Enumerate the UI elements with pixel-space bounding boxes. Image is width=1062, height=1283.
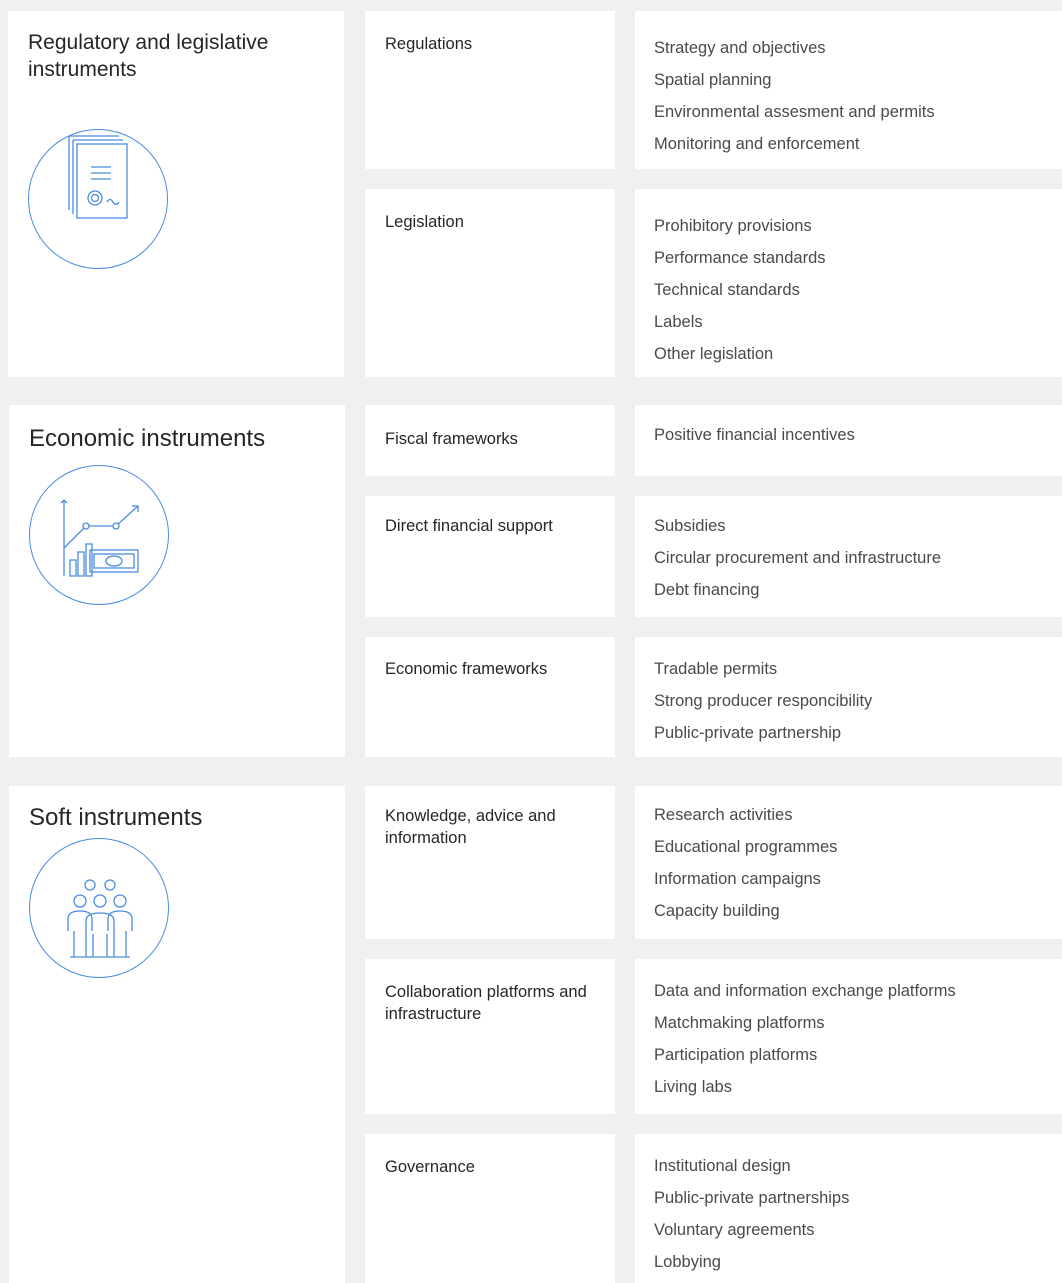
list-item: Educational programmes bbox=[654, 838, 838, 856]
group-title: Economic instruments bbox=[29, 425, 266, 452]
group-title: Soft instruments bbox=[29, 804, 203, 831]
group-title: Regulatory and legislative instruments bbox=[28, 31, 269, 81]
group-card-economic: Economic instruments bbox=[9, 405, 345, 757]
item-list: Strategy and objectives Spatial planning… bbox=[654, 32, 1043, 160]
list-item: Positive financial incentives bbox=[654, 426, 855, 444]
list-item: Prohibitory provisions bbox=[654, 217, 812, 235]
list-item: Information campaigns bbox=[654, 870, 821, 888]
category-label: Fiscal frameworks bbox=[385, 430, 518, 448]
category-label: Legislation bbox=[385, 213, 464, 231]
list-item: Circular procurement and infrastructure bbox=[654, 549, 942, 567]
items-card-legislation: Prohibitory provisions Performance stand… bbox=[635, 189, 1062, 377]
list-item: Research activities bbox=[654, 806, 793, 824]
items-card-collaboration: Data and information exchange platforms … bbox=[635, 959, 1062, 1114]
item-list: Subsidies Circular procurement and infra… bbox=[654, 510, 1043, 606]
list-item: Tradable permits bbox=[654, 660, 778, 678]
items-card-economic-frameworks: Tradable permits Strong producer responc… bbox=[635, 637, 1062, 757]
category-label: Direct financial support bbox=[385, 517, 553, 535]
item-list: Institutional design Public-private part… bbox=[654, 1150, 1043, 1278]
list-item: Living labs bbox=[654, 1078, 732, 1096]
list-item: Technical standards bbox=[654, 281, 800, 299]
category-card-collaboration: Collaboration platforms and infrastructu… bbox=[365, 959, 615, 1114]
item-list: Positive financial incentives bbox=[654, 419, 1043, 451]
list-item: Monitoring and enforcement bbox=[654, 135, 860, 153]
item-list: Data and information exchange platforms … bbox=[654, 975, 1043, 1103]
list-item: Performance standards bbox=[654, 249, 826, 267]
financial-growth-icon bbox=[29, 465, 169, 605]
list-item: Public-private partnerships bbox=[654, 1189, 850, 1207]
list-item: Institutional design bbox=[654, 1157, 791, 1175]
category-card-fiscal: Fiscal frameworks bbox=[365, 405, 615, 476]
list-item: Environmental assesment and permits bbox=[654, 103, 935, 121]
list-item: Matchmaking platforms bbox=[654, 1014, 825, 1032]
items-card-governance: Institutional design Public-private part… bbox=[635, 1134, 1062, 1283]
category-card-legislation: Legislation bbox=[365, 189, 615, 377]
list-item: Spatial planning bbox=[654, 71, 772, 89]
list-item: Public-private partnership bbox=[654, 724, 842, 742]
group-card-soft: Soft instruments bbox=[9, 786, 345, 1283]
category-card-knowledge: Knowledge, advice and information bbox=[365, 786, 615, 939]
item-list: Prohibitory provisions Performance stand… bbox=[654, 210, 1043, 370]
category-label: Knowledge, advice and information bbox=[385, 807, 556, 847]
items-card-knowledge: Research activities Educational programm… bbox=[635, 786, 1062, 939]
items-card-fiscal: Positive financial incentives bbox=[635, 405, 1062, 476]
people-group-icon bbox=[29, 838, 169, 978]
list-item: Other legislation bbox=[654, 345, 774, 363]
list-item: Labels bbox=[654, 313, 703, 331]
list-item: Participation platforms bbox=[654, 1046, 818, 1064]
legal-document-icon bbox=[28, 129, 168, 269]
category-label: Collaboration platforms and infrastructu… bbox=[385, 983, 587, 1023]
list-item: Data and information exchange platforms bbox=[654, 982, 956, 1000]
items-card-direct-support: Subsidies Circular procurement and infra… bbox=[635, 496, 1062, 617]
item-list: Tradable permits Strong producer responc… bbox=[654, 653, 1043, 749]
list-item: Strong producer responcibility bbox=[654, 692, 873, 710]
list-item: Voluntary agreements bbox=[654, 1221, 815, 1239]
category-label: Governance bbox=[385, 1158, 475, 1176]
items-card-regulations: Strategy and objectives Spatial planning… bbox=[635, 11, 1062, 169]
item-list: Research activities Educational programm… bbox=[654, 799, 1043, 927]
category-card-direct-support: Direct financial support bbox=[365, 496, 615, 617]
group-card-regulatory: Regulatory and legislative instruments bbox=[8, 11, 344, 377]
category-label: Regulations bbox=[385, 35, 473, 53]
category-card-governance: Governance bbox=[365, 1134, 615, 1283]
list-item: Capacity building bbox=[654, 902, 780, 920]
list-item: Lobbying bbox=[654, 1253, 721, 1271]
list-item: Strategy and objectives bbox=[654, 39, 826, 57]
list-item: Subsidies bbox=[654, 517, 726, 535]
category-card-regulations: Regulations bbox=[365, 11, 615, 169]
category-label: Economic frameworks bbox=[385, 660, 548, 678]
category-card-economic-frameworks: Economic frameworks bbox=[365, 637, 615, 757]
list-item: Debt financing bbox=[654, 581, 760, 599]
